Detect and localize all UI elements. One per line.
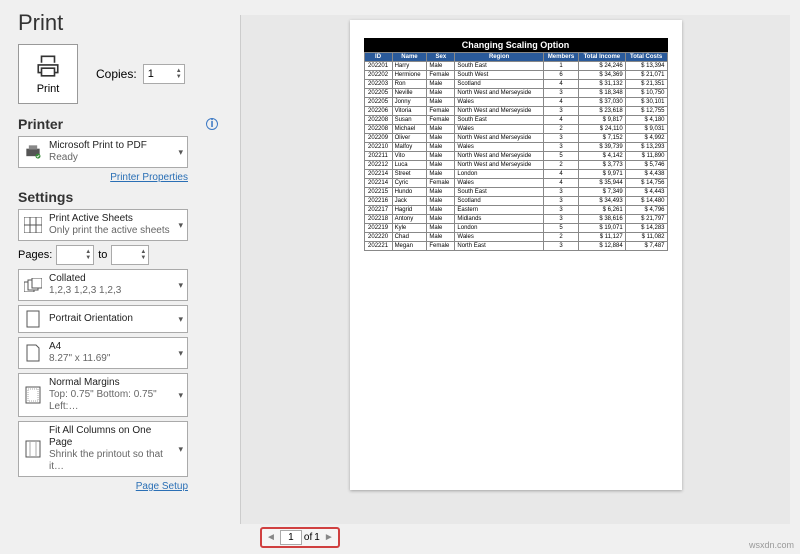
collate-select[interactable]: Collated1,2,3 1,2,3 1,2,3 ▾ — [18, 269, 188, 301]
col-header: Total Costs — [625, 53, 667, 62]
watermark: wsxdn.com — [749, 540, 794, 550]
table-row: 202210MalfoyMaleWales3$ 39,739$ 13,293 — [364, 143, 667, 152]
orientation-select[interactable]: Portrait Orientation ▾ — [18, 305, 188, 333]
page-number-input[interactable] — [280, 530, 302, 545]
col-header: Sex — [427, 53, 455, 62]
collate-sub: 1,2,3 1,2,3 1,2,3 — [49, 285, 172, 297]
table-row: 202215HundoMaleSouth East3$ 7,349$ 4,443 — [364, 188, 667, 197]
print-what-sub: Only print the active sheets — [49, 225, 172, 237]
printer-status: Ready — [49, 152, 172, 164]
table-row: 202203RonMaleScotland4$ 31,132$ 21,351 — [364, 80, 667, 89]
pages-to-input[interactable] — [112, 247, 138, 263]
table-row: 202220ChadMaleWales2$ 11,127$ 11,082 — [364, 233, 667, 242]
table-row: 202206VitoriaFemaleNorth West and Mersey… — [364, 107, 667, 116]
page-setup-link[interactable]: Page Setup — [18, 481, 188, 492]
preview-page: Changing Scaling Option IDNameSexRegionM… — [350, 20, 682, 490]
table-row: 202208SusanFemaleSouth East4$ 9,817$ 4,1… — [364, 116, 667, 125]
orientation-title: Portrait Orientation — [49, 313, 172, 325]
table-row: 202202HermioneFemaleSouth West6$ 34,369$… — [364, 71, 667, 80]
table-row: 202212LucaMaleNorth West and Merseyside2… — [364, 161, 667, 170]
pages-from-input[interactable] — [57, 247, 83, 263]
col-header: Region — [455, 53, 544, 62]
print-what-select[interactable]: Print Active SheetsOnly print the active… — [18, 209, 188, 241]
margins-icon — [23, 385, 43, 405]
table-row: 202208MichaelMaleWales2$ 24,110$ 9,031 — [364, 125, 667, 134]
page-icon — [23, 343, 43, 363]
page-title: Print — [18, 10, 218, 36]
pager-of-label: of — [304, 532, 312, 543]
page-navigator[interactable]: ◄ of 1 ► — [260, 527, 340, 548]
table-row: 202205JonnyMaleWales4$ 37,030$ 30,101 — [364, 98, 667, 107]
table-row: 202216JackMaleScotland3$ 34,493$ 14,480 — [364, 197, 667, 206]
table-row: 202201HarryMaleSouth East1$ 24,246$ 13,3… — [364, 62, 667, 71]
next-page-icon[interactable]: ► — [322, 532, 336, 543]
table-title: Changing Scaling Option — [364, 38, 668, 52]
pages-to-stepper[interactable]: ▲▼ — [111, 245, 149, 265]
print-what-title: Print Active Sheets — [49, 213, 172, 225]
collate-title: Collated — [49, 273, 172, 285]
scaling-icon — [23, 439, 43, 459]
printer-heading: Printer — [18, 116, 63, 132]
pages-to-label: to — [98, 249, 107, 261]
col-header: Name — [392, 53, 427, 62]
scaling-select[interactable]: Fit All Columns on One PageShrink the pr… — [18, 421, 188, 477]
chevron-down-icon: ▾ — [178, 220, 183, 231]
chevron-down-icon: ▾ — [178, 348, 183, 359]
pages-label: Pages: — [18, 249, 52, 261]
table-row: 202205NevilleMaleNorth West and Merseysi… — [364, 89, 667, 98]
printer-device-icon — [23, 142, 43, 162]
chevron-down-icon: ▾ — [178, 147, 183, 158]
sheet-icon — [23, 215, 43, 235]
chevron-down-icon: ▾ — [178, 280, 183, 291]
chevron-down-icon: ▾ — [178, 390, 183, 401]
chevron-down-icon: ▾ — [178, 444, 183, 455]
portrait-icon — [23, 309, 43, 329]
print-button-label: Print — [37, 83, 60, 95]
printer-properties-link[interactable]: Printer Properties — [18, 172, 188, 183]
margins-select[interactable]: Normal MarginsTop: 0.75" Bottom: 0.75" L… — [18, 373, 188, 417]
table-row: 202211VitoMaleNorth West and Merseyside5… — [364, 152, 667, 161]
print-preview: Changing Scaling Option IDNameSexRegionM… — [240, 15, 790, 524]
paper-sub: 8.27" x 11.69" — [49, 353, 172, 365]
table-row: 202214CyricFemaleWales4$ 35,944$ 14,756 — [364, 179, 667, 188]
table-row: 202218AntonyMaleMidlands3$ 38,616$ 21,79… — [364, 215, 667, 224]
printer-select[interactable]: Microsoft Print to PDF Ready ▾ — [18, 136, 188, 168]
preview-table: IDNameSexRegionMembersTotal IncomeTotal … — [364, 52, 668, 251]
copies-label: Copies: — [96, 67, 137, 81]
copies-input[interactable] — [144, 66, 174, 82]
chevron-down-icon: ▾ — [178, 314, 183, 325]
col-header: Total Income — [579, 53, 626, 62]
prev-page-icon[interactable]: ◄ — [264, 532, 278, 543]
pager-total: 1 — [314, 532, 320, 543]
paper-title: A4 — [49, 341, 172, 353]
paper-size-select[interactable]: A48.27" x 11.69" ▾ — [18, 337, 188, 369]
printer-icon — [35, 53, 61, 79]
printer-info-icon[interactable]: i — [206, 118, 218, 130]
printer-name: Microsoft Print to PDF — [49, 140, 172, 152]
settings-heading: Settings — [18, 189, 73, 205]
col-header: ID — [364, 53, 392, 62]
print-button[interactable]: Print — [18, 44, 78, 104]
collate-icon — [23, 275, 43, 295]
table-row: 202214StreetMaleLondon4$ 9,971$ 4,438 — [364, 170, 667, 179]
margins-title: Normal Margins — [49, 377, 172, 389]
scaling-title: Fit All Columns on One Page — [49, 425, 172, 449]
table-row: 202217HagridMaleEastern3$ 6,261$ 4,796 — [364, 206, 667, 215]
table-row: 202221MeganFemaleNorth East3$ 12,884$ 7,… — [364, 242, 667, 251]
margins-sub: Top: 0.75" Bottom: 0.75" Left:… — [49, 389, 172, 413]
table-row: 202209OliverMaleNorth West and Merseysid… — [364, 134, 667, 143]
col-header: Members — [543, 53, 578, 62]
copies-stepper[interactable]: ▲▼ — [143, 64, 185, 84]
table-row: 202219KyleMaleLondon5$ 19,071$ 14,283 — [364, 224, 667, 233]
pages-from-stepper[interactable]: ▲▼ — [56, 245, 94, 265]
scaling-sub: Shrink the printout so that it… — [49, 449, 172, 473]
